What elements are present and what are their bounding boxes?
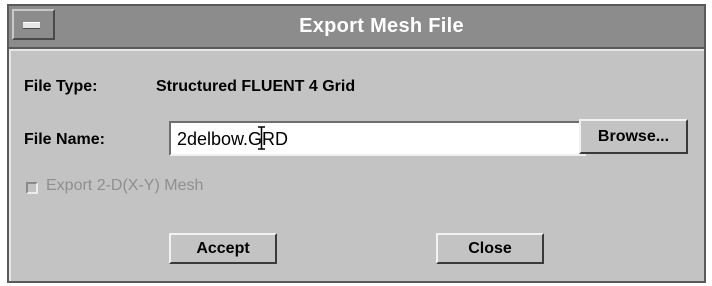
export-2d-mesh-label: Export 2-D(X-Y) Mesh	[46, 177, 204, 194]
title-bar[interactable]: Export Mesh File	[9, 6, 704, 49]
close-button[interactable]: Close	[436, 233, 544, 264]
window-menu-icon	[23, 22, 40, 29]
file-type-label: File Type:	[24, 78, 98, 95]
file-name-input[interactable]: 2delbow.GRD	[169, 121, 586, 156]
export-2d-mesh-checkbox[interactable]	[26, 182, 38, 194]
browse-button[interactable]: Browse...	[579, 119, 688, 154]
accept-button[interactable]: Accept	[169, 233, 277, 264]
text-cursor-icon	[258, 126, 265, 150]
file-name-label: File Name:	[24, 131, 105, 148]
export-mesh-dialog: Export Mesh File File Type: Structured F…	[7, 4, 706, 283]
dialog-body: File Type: Structured FLUENT 4 Grid File…	[9, 49, 704, 281]
window-title: Export Mesh File	[299, 15, 464, 37]
window-menu-button[interactable]	[12, 9, 55, 40]
file-type-value: Structured FLUENT 4 Grid	[156, 78, 356, 95]
file-name-text: 2delbow.GRD	[177, 129, 289, 149]
